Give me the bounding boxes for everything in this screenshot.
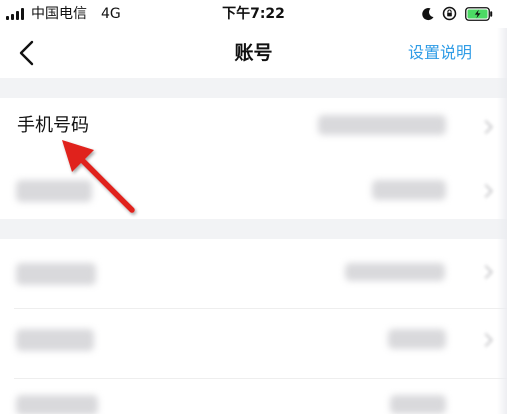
blurred-row-label — [16, 180, 92, 202]
battery-charging-icon — [465, 7, 493, 21]
right-edge-shading — [497, 28, 507, 414]
account-row-blurred[interactable] — [0, 379, 507, 414]
chevron-right-icon — [478, 119, 494, 135]
blurred-phone-value — [318, 115, 446, 135]
account-row-blurred[interactable] — [0, 309, 507, 379]
blurred-row-label — [16, 329, 94, 351]
lock-rotation-icon — [442, 6, 457, 21]
navigation-bar: 账号 设置说明 — [0, 28, 507, 78]
blurred-row-label — [16, 395, 98, 414]
account-row-blurred[interactable] — [0, 158, 507, 219]
section-separator — [0, 78, 507, 98]
blurred-row-label — [16, 263, 96, 285]
moon-icon — [422, 8, 434, 21]
blurred-row-value — [372, 180, 446, 200]
chevron-right-icon — [478, 264, 494, 280]
blurred-row-value — [388, 329, 446, 349]
phone-number-label: 手机号码 — [17, 115, 89, 136]
status-bar: 中国电信 4G 下午7:22 — [0, 0, 507, 28]
chevron-right-icon — [478, 183, 494, 199]
chevron-right-icon — [478, 332, 494, 348]
section-separator — [0, 219, 507, 239]
settings-instructions-link[interactable]: 设置说明 — [408, 41, 472, 65]
blurred-row-value — [345, 263, 445, 281]
account-row-blurred[interactable] — [0, 239, 507, 309]
back-button[interactable] — [12, 38, 42, 68]
blurred-row-value — [390, 395, 446, 414]
